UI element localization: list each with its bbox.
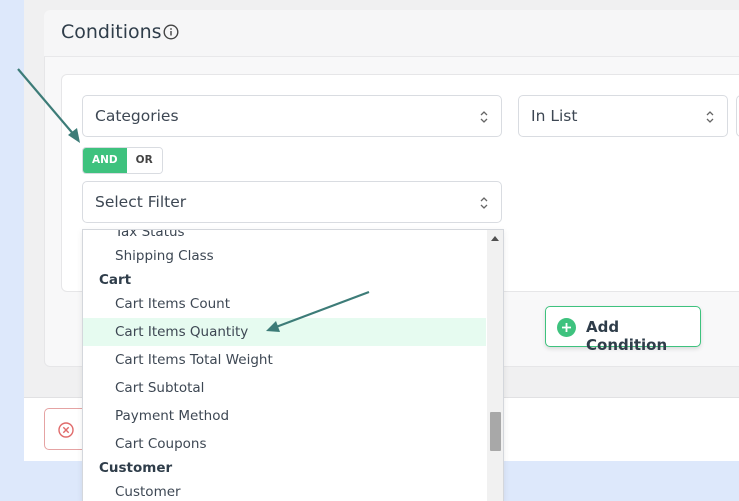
chevron-updown-icon — [706, 111, 714, 123]
dropdown-scrollbar[interactable] — [487, 230, 503, 501]
dropdown-group-cart: Cart — [99, 272, 132, 288]
select-filter-dropdown[interactable]: Select Filter — [82, 181, 502, 223]
or-button[interactable]: OR — [126, 148, 162, 173]
scrollbar-thumb[interactable] — [490, 412, 501, 451]
add-condition-button[interactable]: Add Condition — [545, 306, 701, 354]
chevron-updown-icon — [480, 197, 488, 209]
scroll-up-arrow-icon[interactable] — [491, 235, 499, 241]
plus-circle-icon — [557, 318, 576, 337]
info-icon[interactable] — [163, 24, 179, 40]
filter-type-value: Categories — [95, 107, 179, 125]
dropdown-group-customer: Customer — [99, 460, 173, 476]
operator-select[interactable]: In List — [518, 95, 728, 137]
and-button[interactable]: AND — [83, 148, 127, 173]
filter-options-dropdown: Tax Status Shipping Class Cart Cart Item… — [82, 229, 504, 501]
dropdown-option[interactable]: Cart Items Count — [83, 290, 486, 318]
chevron-updown-icon — [480, 111, 488, 123]
dropdown-option[interactable]: Shipping Class — [83, 242, 486, 270]
conditions-header: Conditions — [44, 10, 739, 57]
select-filter-placeholder: Select Filter — [95, 193, 187, 211]
dropdown-option[interactable]: Payment Method — [83, 402, 486, 430]
dropdown-option[interactable]: Cart Subtotal — [83, 374, 486, 402]
operator-value: In List — [531, 107, 578, 125]
dropdown-option[interactable]: Cart Coupons — [83, 430, 486, 458]
dropdown-option[interactable]: Cart Items Total Weight — [83, 346, 486, 374]
dropdown-option[interactable]: Customer — [83, 478, 486, 501]
conditions-title: Conditions — [61, 21, 162, 43]
add-condition-label: Add Condition — [586, 318, 668, 354]
filter-type-select[interactable]: Categories — [82, 95, 502, 137]
logic-toggle: AND OR — [82, 147, 163, 174]
close-circle-icon — [58, 422, 74, 438]
dropdown-option-highlighted[interactable]: Cart Items Quantity — [83, 318, 486, 346]
